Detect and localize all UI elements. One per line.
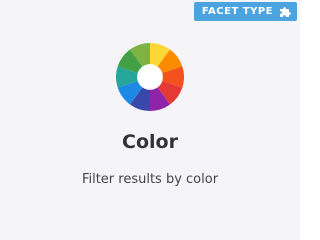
facet-type-label: FACET TYPE — [201, 6, 273, 17]
facet-description: Filter results by color — [81, 172, 219, 187]
color-wheel-icon — [116, 43, 184, 111]
facet-card[interactable]: FACET TYPE Color Filter results by color — [0, 0, 300, 240]
facet-type-badge: FACET TYPE — [193, 2, 297, 21]
puzzle-icon — [280, 6, 291, 17]
facet-title: Color — [122, 131, 178, 153]
